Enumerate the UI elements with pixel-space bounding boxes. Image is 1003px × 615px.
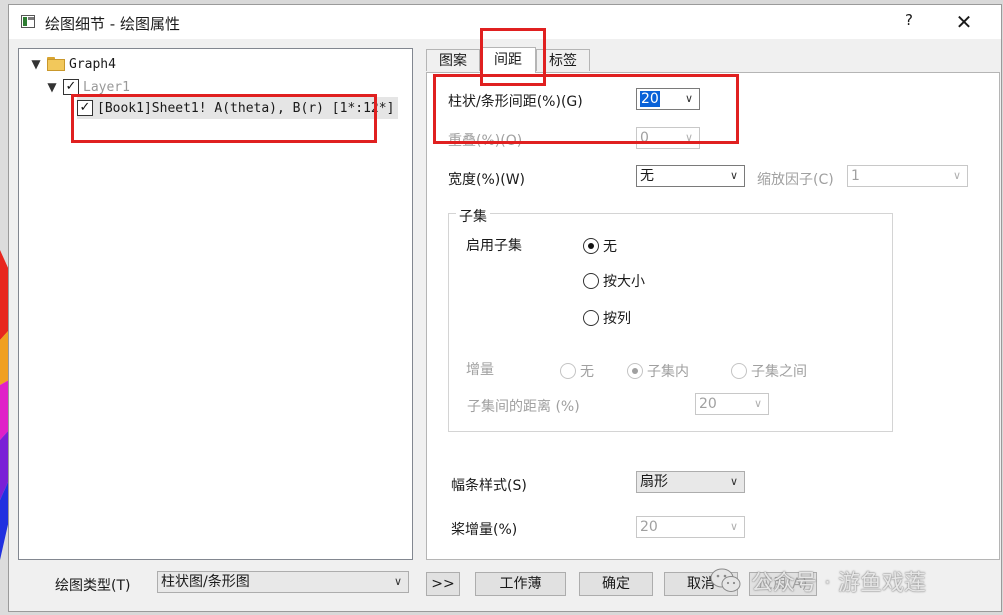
plot-tree-panel: ▼ Graph4 ▼ ✓ Layer1 ✓ [Book1]Sheet1! A(t…: [18, 48, 413, 560]
chevron-down-icon[interactable]: ▼: [45, 80, 59, 94]
folder-icon: [47, 57, 65, 71]
chevron-down-icon: ∨: [729, 169, 738, 182]
scale-factor-value: 1: [851, 168, 860, 184]
overlap-select[interactable]: 0 ∨: [636, 127, 700, 149]
app-icon: [21, 15, 35, 28]
chevron-down-icon: ∨: [393, 575, 402, 588]
window-title: 绘图细节 - 绘图属性: [45, 15, 180, 33]
watermark: 公众号 · 游鱼戏莲: [709, 565, 926, 597]
strip-style-select[interactable]: 扇形 ∨: [636, 471, 745, 493]
plot-details-dialog: 绘图细节 - 绘图属性 ? ✕ ▼ Graph4 ▼ ✓ Layer1 ✓ [B…: [8, 4, 1002, 612]
overlap-label: 重叠(%)(O): [448, 133, 523, 149]
scale-factor-label: 缩放因子(C): [757, 172, 834, 188]
chevron-down-icon[interactable]: ▼: [29, 57, 43, 71]
tab-labels[interactable]: 标签: [536, 49, 590, 71]
paddle-increment-value: 20: [640, 519, 658, 535]
ok-button[interactable]: 确定: [579, 572, 653, 596]
chevron-down-icon: ∨: [729, 475, 738, 488]
plot-type-select[interactable]: 柱状图/条形图 ∨: [157, 571, 409, 593]
increment-radio-within[interactable]: 子集内: [627, 361, 689, 381]
plot-type-label: 绘图类型(T): [55, 578, 131, 594]
watermark-text: 公众号 · 游鱼戏莲: [751, 571, 926, 596]
tree-item-plot-label: [Book1]Sheet1! A(theta), B(r) [1*:12*]: [97, 100, 395, 116]
strip-style-label: 幅条样式(S): [451, 478, 527, 494]
increment-radio-between[interactable]: 子集之间: [731, 361, 807, 381]
subset-radio-by-column[interactable]: 按列: [583, 308, 631, 328]
layer-checkbox[interactable]: ✓: [63, 79, 79, 95]
close-button[interactable]: ✕: [951, 9, 977, 35]
enable-subset-label: 启用子集: [466, 238, 522, 254]
width-label: 宽度(%)(W): [448, 172, 525, 188]
plot-type-value: 柱状图/条形图: [161, 574, 250, 590]
overlap-value: 0: [640, 130, 649, 146]
subset-distance-value: 20: [699, 396, 717, 412]
chevron-down-icon: ∨: [684, 92, 693, 105]
expand-button[interactable]: >>: [426, 572, 460, 596]
tab-spacing[interactable]: 间距: [480, 47, 536, 73]
spacing-label: 柱状/条形间距(%)(G): [448, 94, 583, 110]
subset-distance-label: 子集间的距离 (%): [467, 399, 580, 415]
chevron-down-icon: ∨: [952, 169, 961, 182]
subset-group-title: 子集: [456, 206, 490, 226]
subset-radio-by-size[interactable]: 按大小: [583, 271, 645, 291]
plot-checkbox[interactable]: ✓: [77, 100, 93, 116]
paddle-increment-label: 桨增量(%): [451, 522, 518, 538]
help-button[interactable]: ?: [899, 11, 919, 33]
spacing-select[interactable]: 20 ∨: [636, 88, 700, 110]
workbook-button[interactable]: 工作薄: [475, 572, 566, 596]
tree-item-graph-label: Graph4: [69, 56, 116, 72]
scale-factor-select[interactable]: 1 ∨: [847, 165, 968, 187]
tree-item-layer[interactable]: ▼ ✓ Layer1: [45, 76, 130, 98]
subset-distance-select[interactable]: 20 ∨: [695, 393, 769, 415]
strip-style-value: 扇形: [640, 474, 668, 490]
width-select[interactable]: 无 ∨: [636, 165, 745, 187]
paddle-increment-select[interactable]: 20 ∨: [636, 516, 745, 538]
increment-label: 增量: [466, 362, 494, 378]
chevron-down-icon: ∨: [753, 397, 762, 410]
title-bar: 绘图细节 - 绘图属性 ? ✕: [9, 5, 1001, 39]
chevron-down-icon: ∨: [684, 131, 693, 144]
tab-pattern[interactable]: 图案: [426, 49, 480, 71]
tree-item-layer-label: Layer1: [83, 79, 130, 95]
spacing-value: 20: [640, 91, 660, 107]
wechat-icon: [710, 568, 741, 592]
chevron-down-icon: ∨: [729, 520, 738, 533]
tree-item-plot[interactable]: ✓ [Book1]Sheet1! A(theta), B(r) [1*:12*]: [77, 97, 399, 119]
subset-radio-none[interactable]: 无: [583, 236, 617, 256]
increment-radio-none[interactable]: 无: [560, 361, 594, 381]
width-value: 无: [640, 168, 654, 184]
tree-item-graph[interactable]: ▼ Graph4: [29, 53, 116, 75]
